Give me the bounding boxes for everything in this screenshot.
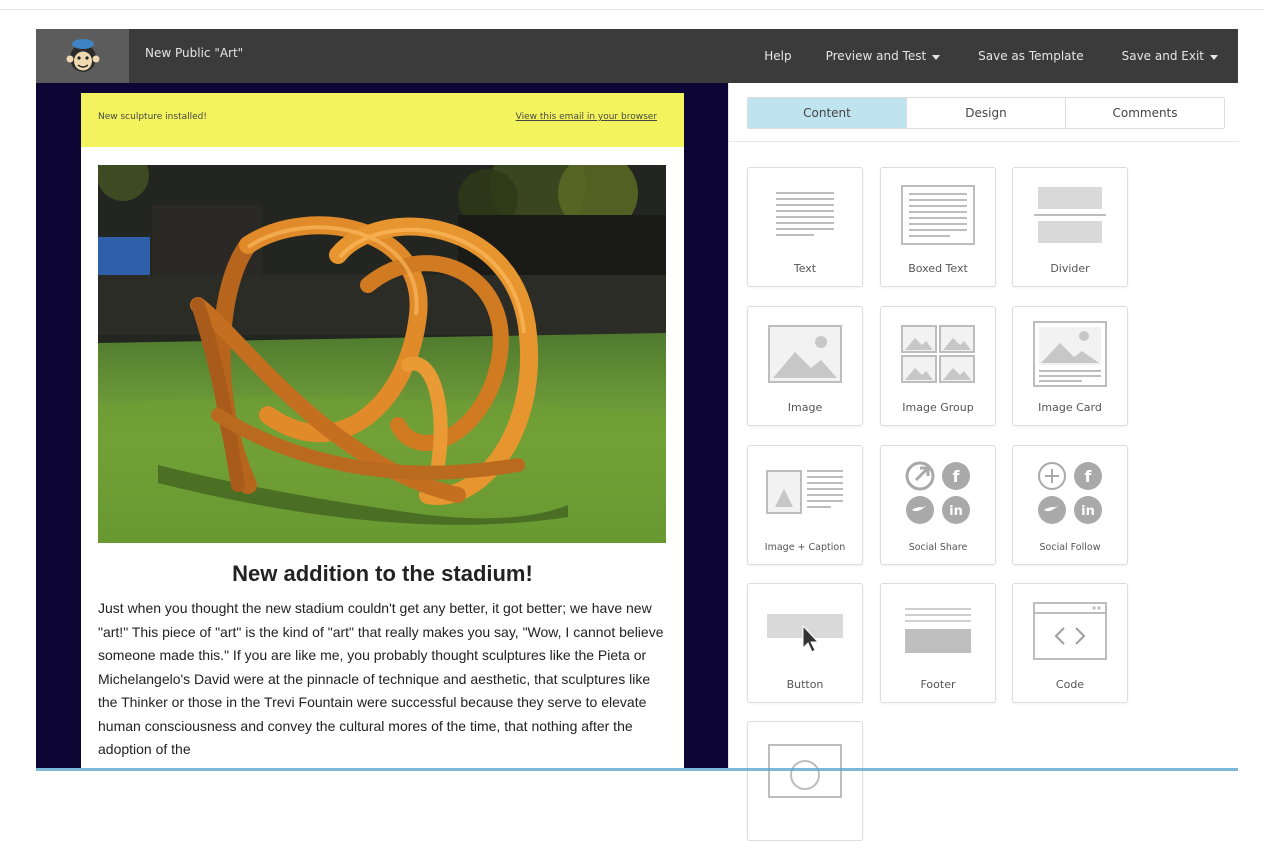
block-footer[interactable]: Footer: [880, 583, 996, 703]
mailchimp-logo[interactable]: [36, 29, 129, 83]
top-bar: New Public "Art" Help Preview and Test S…: [36, 29, 1238, 83]
block-social-share[interactable]: f in Social Share: [880, 445, 996, 565]
block-label: Button: [786, 678, 824, 691]
block-label: Footer: [920, 678, 956, 691]
text-block-icon: [748, 182, 862, 248]
save-and-exit-label: Save and Exit: [1121, 49, 1204, 63]
tab-design[interactable]: Design: [906, 98, 1065, 128]
save-as-template-button[interactable]: Save as Template: [978, 49, 1083, 63]
preheader-text: New sculpture installed!: [98, 112, 207, 122]
top-navigation: Help Preview and Test Save as Template S…: [764, 29, 1238, 83]
email-preview[interactable]: New sculpture installed! View this email…: [81, 93, 684, 768]
image-group-icon: [881, 321, 995, 387]
image-caption-icon: [748, 460, 862, 526]
email-canvas: New sculpture installed! View this email…: [36, 83, 728, 768]
block-code[interactable]: Code: [1012, 583, 1128, 703]
chevron-down-icon: [1210, 54, 1218, 60]
block-image-group[interactable]: Image Group: [880, 306, 996, 426]
block-label: Social Follow: [1039, 542, 1101, 553]
email-body-text: Just when you thought the new stadium co…: [98, 600, 664, 757]
preheader[interactable]: New sculpture installed! View this email…: [81, 93, 684, 147]
block-boxed-text[interactable]: Boxed Text: [880, 167, 996, 287]
tab-design-label: Design: [965, 106, 1007, 120]
content-panel: Content Design Comments Text Boxed Text …: [728, 83, 1239, 841]
button-block-icon: [748, 598, 862, 664]
block-image[interactable]: Image: [747, 306, 863, 426]
block-label: Image Group: [902, 401, 974, 414]
tab-comments[interactable]: Comments: [1065, 98, 1224, 128]
block-label: Boxed Text: [908, 262, 968, 275]
bottom-scroll-indicator: [36, 768, 1238, 771]
svg-text:in: in: [949, 504, 963, 519]
panel-tabs: Content Design Comments: [747, 97, 1225, 129]
email-headline: New addition to the stadium!: [232, 561, 533, 586]
hero-image[interactable]: [98, 165, 666, 543]
block-label: Code: [1055, 678, 1085, 691]
svg-text:in: in: [1081, 504, 1095, 519]
boxed-text-icon: [881, 182, 995, 248]
block-label: Image + Caption: [764, 542, 846, 553]
block-social-follow[interactable]: f in Social Follow: [1012, 445, 1128, 565]
help-link[interactable]: Help: [764, 49, 791, 63]
code-icon: [1013, 598, 1127, 664]
monkey-icon: [66, 39, 99, 72]
social-share-icon: f in: [881, 460, 995, 526]
help-label: Help: [764, 49, 792, 63]
footer-icon: [881, 598, 995, 664]
preview-and-test-menu[interactable]: Preview and Test: [826, 49, 941, 63]
view-in-browser-link[interactable]: View this email in your browser: [516, 112, 657, 122]
block-divider[interactable]: Divider: [1012, 167, 1128, 287]
svg-text:f: f: [1085, 467, 1093, 486]
tab-content-label: Content: [803, 106, 851, 120]
divider-icon: [1013, 182, 1127, 248]
image-card-icon: [1013, 321, 1127, 387]
block-video[interactable]: [747, 721, 863, 841]
block-label: Social Share: [908, 542, 968, 553]
preview-and-test-label: Preview and Test: [825, 49, 927, 63]
save-and-exit-menu[interactable]: Save and Exit: [1122, 49, 1218, 63]
social-follow-icon: f in: [1013, 460, 1127, 526]
block-label: Text: [793, 262, 817, 275]
block-label: Image: [787, 401, 823, 414]
panel-divider: [729, 141, 1239, 142]
campaign-title: New Public "Art": [145, 46, 244, 60]
tab-content[interactable]: Content: [748, 98, 906, 128]
window-frame-top: [0, 0, 1264, 10]
image-icon: [748, 321, 862, 387]
tab-comments-label: Comments: [1112, 106, 1178, 120]
block-label: Image Card: [1038, 401, 1102, 414]
block-text[interactable]: Text: [747, 167, 863, 287]
block-button[interactable]: Button: [747, 583, 863, 703]
save-as-template-label: Save as Template: [978, 49, 1084, 63]
sculpture-photo: [98, 165, 666, 543]
block-label: Divider: [1050, 262, 1090, 275]
block-image-caption[interactable]: Image + Caption: [747, 445, 863, 565]
svg-text:f: f: [953, 467, 961, 486]
chevron-down-icon: [932, 54, 941, 60]
block-image-card[interactable]: Image Card: [1012, 306, 1128, 426]
